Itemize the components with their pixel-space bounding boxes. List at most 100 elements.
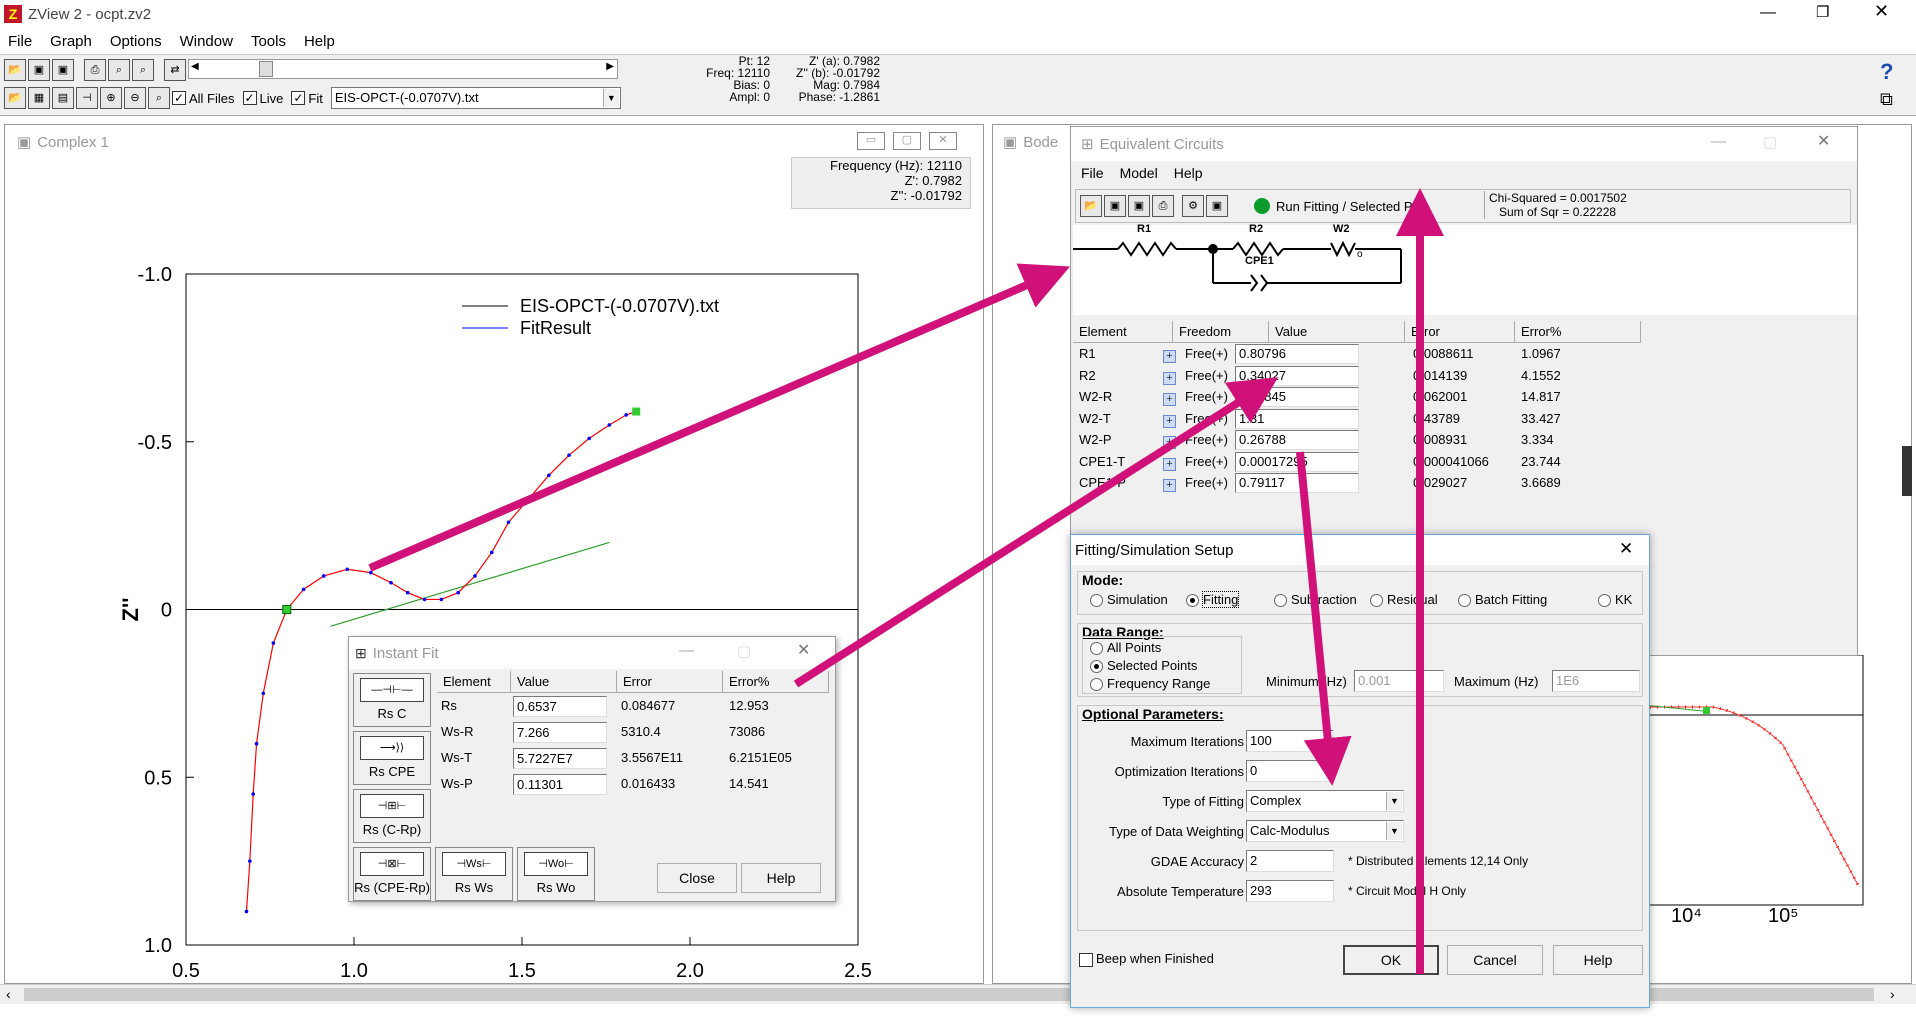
freedom-toggle[interactable]: + bbox=[1163, 433, 1176, 449]
plus-icon[interactable]: + bbox=[1163, 479, 1176, 492]
temp-input[interactable]: 293 bbox=[1246, 880, 1334, 902]
weight-chevron-down-icon[interactable]: ▼ bbox=[1386, 822, 1402, 840]
scroll-thumb[interactable] bbox=[259, 61, 273, 77]
complex-close-icon[interactable]: ✕ bbox=[929, 132, 957, 150]
file-scrollbar[interactable]: ◀ ▶ bbox=[188, 59, 618, 79]
setup-close-icon[interactable]: ✕ bbox=[1619, 539, 1633, 559]
complex-minimize-icon[interactable]: ▭ bbox=[857, 132, 885, 150]
equiv-row-value-input[interactable]: 1.31 bbox=[1235, 408, 1359, 429]
equiv-menu-model[interactable]: Model bbox=[1120, 165, 1158, 181]
range-radio-2[interactable]: Frequency Range bbox=[1090, 676, 1210, 692]
gdae-input[interactable]: 2 bbox=[1246, 850, 1334, 872]
equiv-import-icon[interactable]: ⚙ bbox=[1182, 195, 1204, 217]
mode-radio-4[interactable]: Batch Fitting bbox=[1458, 592, 1547, 608]
instant-row-value-input[interactable]: 0.11301 bbox=[513, 774, 607, 795]
all-files-checkbox[interactable]: ✓ bbox=[172, 91, 186, 105]
open2-icon[interactable]: 📂 bbox=[4, 87, 26, 109]
max-iter-input[interactable]: 100 bbox=[1246, 730, 1334, 752]
vertical-scroll-thumb[interactable] bbox=[1902, 446, 1912, 496]
save-icon[interactable]: ▣ bbox=[28, 59, 50, 81]
plus-icon[interactable]: + bbox=[1163, 371, 1176, 385]
open-icon[interactable]: 📂 bbox=[4, 59, 26, 81]
radio-icon[interactable] bbox=[1090, 594, 1103, 608]
instant-help-button[interactable]: Help bbox=[741, 863, 821, 893]
equiv-row-value-input[interactable]: 0.79117 bbox=[1235, 473, 1359, 493]
plus-icon[interactable]: + bbox=[1163, 457, 1176, 471]
opt-iter-input[interactable]: 0 bbox=[1246, 760, 1334, 782]
equiv-row-value-input[interactable]: 0.34027 bbox=[1235, 365, 1359, 386]
equiv-saveas-icon[interactable]: ▣ bbox=[1128, 195, 1150, 217]
mode-radio-1[interactable]: Fitting bbox=[1186, 591, 1240, 608]
equiv-print-icon[interactable]: ⎙ bbox=[1152, 195, 1174, 217]
maximize-icon[interactable]: ❐ bbox=[1816, 3, 1829, 21]
equiv-menu-help[interactable]: Help bbox=[1174, 165, 1203, 181]
instant-row-value-input[interactable]: 5.7227E7 bbox=[513, 748, 607, 769]
live-checkbox[interactable]: ✓ bbox=[242, 91, 257, 105]
equiv-row-value-input[interactable]: 0.26788 bbox=[1235, 430, 1359, 450]
beep-option[interactable]: Beep when Finished bbox=[1079, 951, 1214, 967]
cancel-button[interactable]: Cancel bbox=[1447, 945, 1543, 975]
instant-minimize-icon[interactable]: — bbox=[679, 642, 694, 659]
fit-checkbox[interactable]: ✓ bbox=[291, 91, 306, 105]
radio-icon[interactable] bbox=[1090, 678, 1103, 692]
equiv-export-icon[interactable]: ▣ bbox=[1206, 195, 1228, 217]
tile-icon[interactable]: ⧉ bbox=[1880, 89, 1893, 110]
instant-close-icon[interactable]: ✕ bbox=[797, 640, 810, 660]
complex-restore-icon[interactable]: ▢ bbox=[893, 132, 921, 150]
radio-icon[interactable] bbox=[1186, 594, 1199, 608]
beep-checkbox[interactable] bbox=[1079, 952, 1093, 967]
instant-maximize-icon[interactable]: ▢ bbox=[737, 642, 751, 660]
graph-icon[interactable]: ▤ bbox=[52, 87, 74, 109]
equiv-row-value-input[interactable]: 0.41845 bbox=[1235, 387, 1359, 407]
ok-button[interactable]: OK bbox=[1343, 945, 1439, 975]
radio-icon[interactable] bbox=[1090, 660, 1103, 674]
model-button-3[interactable]: ⊣⊠⊢ Rs (CPE-Rp) bbox=[353, 847, 431, 901]
model-button-2[interactable]: ⊣⊞⊢ Rs (C-Rp) bbox=[353, 789, 431, 843]
range-radio-0[interactable]: All Points bbox=[1090, 640, 1161, 656]
freedom-toggle[interactable]: + bbox=[1163, 476, 1176, 492]
print-icon[interactable]: ⎙ bbox=[84, 59, 106, 81]
zoom-icon[interactable]: ⌕ bbox=[108, 59, 130, 81]
hscroll-right-icon[interactable]: › bbox=[1890, 986, 1895, 1002]
zoom-fit-icon[interactable]: ⌕ bbox=[132, 59, 154, 81]
menu-tools[interactable]: Tools bbox=[251, 33, 286, 50]
equiv-row-freedom[interactable]: Free(+) bbox=[1185, 386, 1228, 408]
plus-icon[interactable]: + bbox=[1163, 414, 1176, 428]
equiv-close-icon[interactable]: ✕ bbox=[1817, 131, 1830, 151]
radio-icon[interactable] bbox=[1090, 642, 1103, 656]
mode-radio-5[interactable]: KK bbox=[1598, 592, 1632, 608]
min-input[interactable]: 0.001 bbox=[1354, 670, 1444, 692]
equiv-row-freedom[interactable]: Free(+) bbox=[1185, 343, 1228, 365]
equiv-minimize-icon[interactable]: — bbox=[1711, 133, 1726, 150]
max-input[interactable]: 1E6 bbox=[1552, 670, 1640, 692]
zoom-out-icon[interactable]: ⊖ bbox=[124, 87, 146, 109]
equiv-save-icon[interactable]: ▣ bbox=[1104, 195, 1126, 217]
chevron-down-icon[interactable]: ▼ bbox=[602, 89, 619, 107]
freedom-toggle[interactable]: + bbox=[1163, 390, 1176, 406]
swap-icon[interactable]: ⇄ bbox=[164, 59, 186, 81]
radio-icon[interactable] bbox=[1458, 594, 1471, 608]
plus-icon[interactable]: + bbox=[1163, 350, 1176, 363]
model-button-5[interactable]: ⊣Wo⊢ Rs Wo bbox=[517, 847, 595, 901]
plus-icon[interactable]: + bbox=[1163, 436, 1176, 449]
freedom-toggle[interactable]: + bbox=[1163, 455, 1176, 471]
close-icon[interactable]: ✕ bbox=[1874, 1, 1889, 22]
type-fit-chevron-down-icon[interactable]: ▼ bbox=[1386, 792, 1402, 810]
equiv-row-freedom[interactable]: Free(+) bbox=[1185, 451, 1228, 473]
equiv-row-freedom[interactable]: Free(+) bbox=[1185, 472, 1228, 494]
range-radio-1[interactable]: Selected Points bbox=[1090, 658, 1197, 674]
menu-options[interactable]: Options bbox=[110, 33, 162, 50]
model-button-1[interactable]: ⟶⟩⟩ Rs CPE bbox=[353, 731, 431, 785]
equiv-row-value-input[interactable]: 0.00017295 bbox=[1235, 451, 1359, 472]
help-question-icon[interactable]: ? bbox=[1880, 59, 1893, 85]
model-button-0[interactable]: —⊣⊢— Rs C bbox=[353, 673, 431, 727]
file-select[interactable]: EIS-OPCT-(-0.0707V).txt ▼ bbox=[330, 87, 621, 109]
model-button-4[interactable]: ⊣Ws⊢ Rs Ws bbox=[435, 847, 513, 901]
equiv-row-freedom[interactable]: Free(+) bbox=[1185, 365, 1228, 387]
scroll-left-icon[interactable]: ◀ bbox=[191, 61, 199, 72]
menu-graph[interactable]: Graph bbox=[50, 33, 92, 50]
radio-icon[interactable] bbox=[1598, 594, 1611, 608]
equiv-maximize-icon[interactable]: ▢ bbox=[1763, 133, 1777, 151]
zoom-in-icon[interactable]: ⊕ bbox=[100, 87, 122, 109]
save-all-icon[interactable]: ▣ bbox=[52, 59, 74, 81]
